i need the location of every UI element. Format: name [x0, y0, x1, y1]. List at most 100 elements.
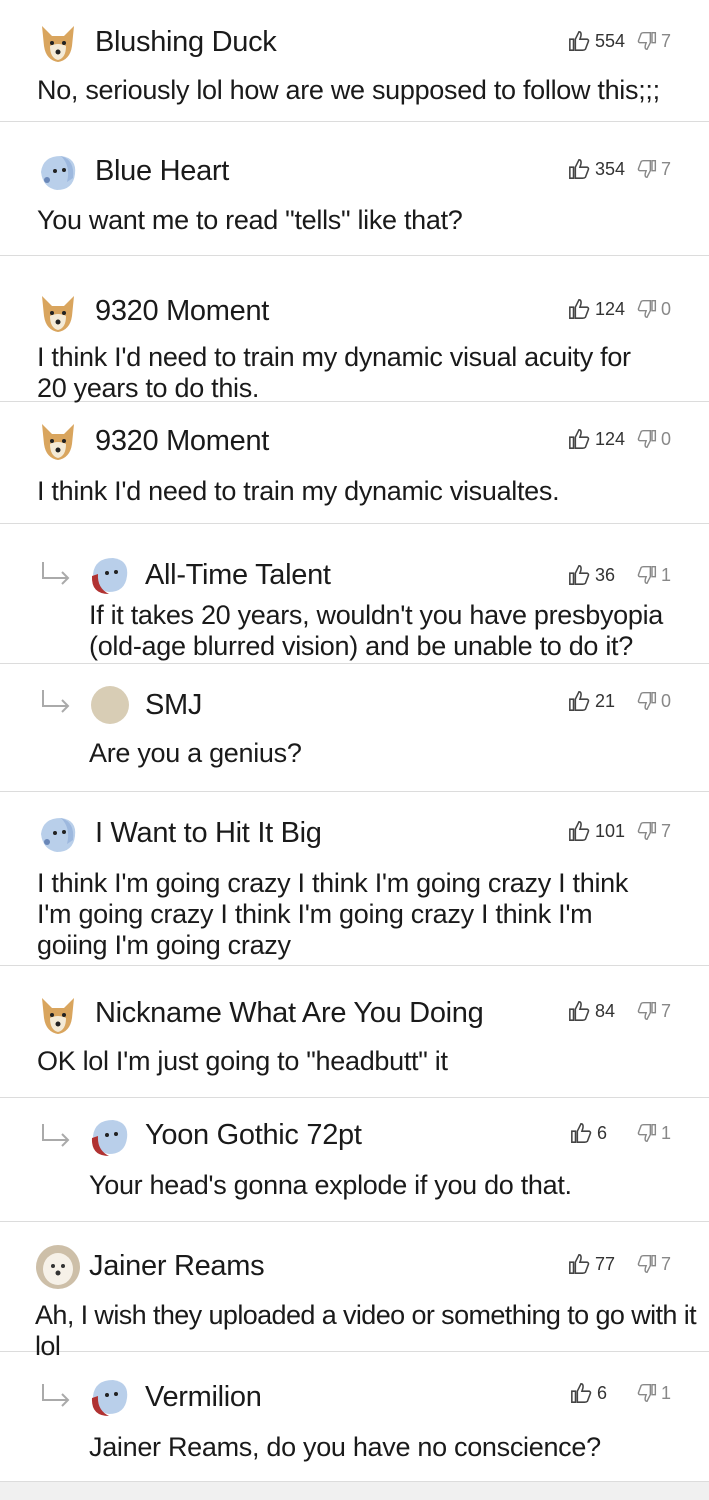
- like-count: 124: [594, 298, 625, 319]
- dislike-count: 7: [660, 158, 671, 179]
- like-button[interactable]: 354: [568, 158, 637, 180]
- comment-item: 9320 Moment 124 0 I think I'd need to tr…: [0, 402, 709, 524]
- thumbs-up-icon: [568, 159, 590, 179]
- comment-text: No, seriously lol how are we supposed to…: [37, 75, 660, 105]
- like-button[interactable]: 6: [570, 1382, 637, 1404]
- thumbs-up-icon: [568, 429, 590, 449]
- reply-arrow-icon: [42, 562, 70, 585]
- dislike-count: 0: [660, 690, 671, 711]
- dislike-button[interactable]: 7: [637, 821, 671, 842]
- thumbs-down-icon: [637, 691, 657, 711]
- dislike-count: 7: [660, 1253, 671, 1274]
- comment-username[interactable]: Blushing Duck: [95, 25, 277, 59]
- like-button[interactable]: 6: [570, 1122, 637, 1144]
- dislike-button[interactable]: 7: [637, 1001, 671, 1022]
- like-count: 354: [594, 158, 625, 179]
- comment-item: Blue Heart 354 7 You want me to read "te…: [0, 122, 709, 256]
- comment-text: If it takes 20 years, wouldn't you have …: [89, 600, 663, 661]
- comment-item: 9320 Moment 124 0 I think I'd need to tr…: [0, 256, 709, 403]
- like-button[interactable]: 554: [568, 30, 637, 52]
- comment-votes: 84 7: [568, 996, 671, 1026]
- dislike-button[interactable]: 1: [637, 565, 671, 586]
- thumbs-down-icon: [637, 565, 657, 585]
- comment-item: Jainer Reams 77 7 Ah, I wish they upload…: [0, 1222, 709, 1361]
- like-button[interactable]: 84: [568, 1000, 637, 1022]
- thumbs-up-icon: [569, 565, 590, 585]
- dislike-button[interactable]: 0: [637, 299, 671, 320]
- dislike-button[interactable]: 0: [637, 691, 671, 712]
- comment-text: Your head's gonna explode if you do that…: [89, 1170, 572, 1200]
- comment-text: I think I'm going crazy I think I'm goin…: [37, 868, 629, 960]
- blue-creature-red-avatar-icon[interactable]: [89, 1116, 131, 1158]
- thumbs-down-icon: [637, 299, 657, 319]
- thumbs-down-icon: [637, 31, 657, 51]
- like-button[interactable]: 77: [568, 1253, 637, 1275]
- like-button[interactable]: 36: [568, 564, 637, 586]
- comment-item: I Want to Hit It Big 101 7 I think I'm g…: [0, 792, 709, 966]
- dog-avatar-icon[interactable]: [37, 22, 79, 64]
- comment-text: Are you a genius?: [89, 738, 302, 768]
- reply-item: Vermilion 6 1 Jainer Reams, do you have …: [0, 1352, 709, 1482]
- dislike-button[interactable]: 7: [637, 159, 671, 180]
- blue-creature-red-avatar-icon[interactable]: [89, 1376, 131, 1418]
- dislike-button[interactable]: 1: [637, 1383, 671, 1404]
- like-count: 21: [594, 690, 615, 711]
- reply-item: All-Time Talent 36 1 If it takes 20 year…: [0, 524, 709, 664]
- comment-text: I think I'd need to train my dynamic vis…: [37, 476, 560, 506]
- dog-avatar-icon[interactable]: [37, 994, 79, 1036]
- dislike-button[interactable]: 0: [637, 429, 671, 450]
- beige-circle-avatar-icon[interactable]: [89, 684, 131, 726]
- comment-text: You want me to read "tells" like that?: [37, 205, 463, 235]
- like-button[interactable]: 21: [568, 690, 637, 712]
- bottom-strip: [0, 1482, 709, 1500]
- comment-username[interactable]: 9320 Moment: [95, 294, 269, 328]
- thumbs-up-icon: [569, 1254, 590, 1274]
- dislike-button[interactable]: 7: [637, 1254, 671, 1275]
- like-button[interactable]: 101: [568, 820, 637, 842]
- puppy-photo-avatar-icon[interactable]: [35, 1244, 81, 1290]
- comment-votes: 6 1: [570, 1378, 671, 1408]
- thumbs-up-icon: [568, 821, 590, 841]
- reply-arrow-icon: [42, 1384, 70, 1407]
- comment-votes: 124 0: [568, 424, 671, 454]
- like-button[interactable]: 124: [568, 298, 637, 320]
- thumbs-down-icon: [637, 159, 657, 179]
- like-button[interactable]: 124: [568, 428, 637, 450]
- comment-username[interactable]: Nickname What Are You Doing: [95, 996, 484, 1030]
- dislike-count: 7: [660, 30, 671, 51]
- reply-item: SMJ 21 0 Are you a genius?: [0, 664, 709, 792]
- thumbs-up-icon: [571, 1123, 592, 1143]
- blue-creature-red-avatar-icon[interactable]: [89, 554, 131, 596]
- like-count: 6: [596, 1382, 607, 1403]
- comment-username[interactable]: SMJ: [145, 688, 202, 722]
- comment-votes: 21 0: [568, 686, 671, 716]
- dislike-button[interactable]: 1: [637, 1123, 671, 1144]
- comment-votes: 6 1: [570, 1118, 671, 1148]
- reply-item: Yoon Gothic 72pt 6 1 Your head's gonna e…: [0, 1098, 709, 1222]
- dislike-count: 7: [660, 1000, 671, 1021]
- comment-item: Nickname What Are You Doing 84 7 OK lol …: [0, 966, 709, 1098]
- thumbs-down-icon: [637, 1123, 657, 1143]
- comment-username[interactable]: Yoon Gothic 72pt: [145, 1118, 362, 1152]
- thumbs-down-icon: [637, 1383, 657, 1403]
- dislike-count: 1: [660, 564, 671, 585]
- dog-avatar-icon[interactable]: [37, 292, 79, 334]
- comment-text: Jainer Reams, do you have no conscience?: [89, 1432, 601, 1462]
- comment-username[interactable]: Blue Heart: [95, 154, 229, 188]
- blue-creature-avatar-icon[interactable]: [37, 152, 79, 194]
- like-count: 6: [596, 1122, 607, 1143]
- comment-votes: 354 7: [568, 154, 671, 184]
- comment-username[interactable]: All-Time Talent: [145, 558, 331, 592]
- blue-creature-avatar-icon[interactable]: [37, 814, 79, 856]
- dog-avatar-icon[interactable]: [37, 420, 79, 462]
- comment-text: OK lol I'm just going to "headbutt" it: [37, 1046, 448, 1076]
- reply-arrow-icon: [42, 1124, 70, 1147]
- dislike-button[interactable]: 7: [637, 31, 671, 52]
- comment-username[interactable]: I Want to Hit It Big: [95, 816, 322, 850]
- comment-votes: 101 7: [568, 816, 671, 846]
- comment-username[interactable]: Vermilion: [145, 1380, 262, 1414]
- comment-username[interactable]: 9320 Moment: [95, 424, 269, 458]
- thumbs-up-icon: [569, 1001, 590, 1021]
- thumbs-down-icon: [637, 429, 657, 449]
- comment-username[interactable]: Jainer Reams: [89, 1249, 265, 1283]
